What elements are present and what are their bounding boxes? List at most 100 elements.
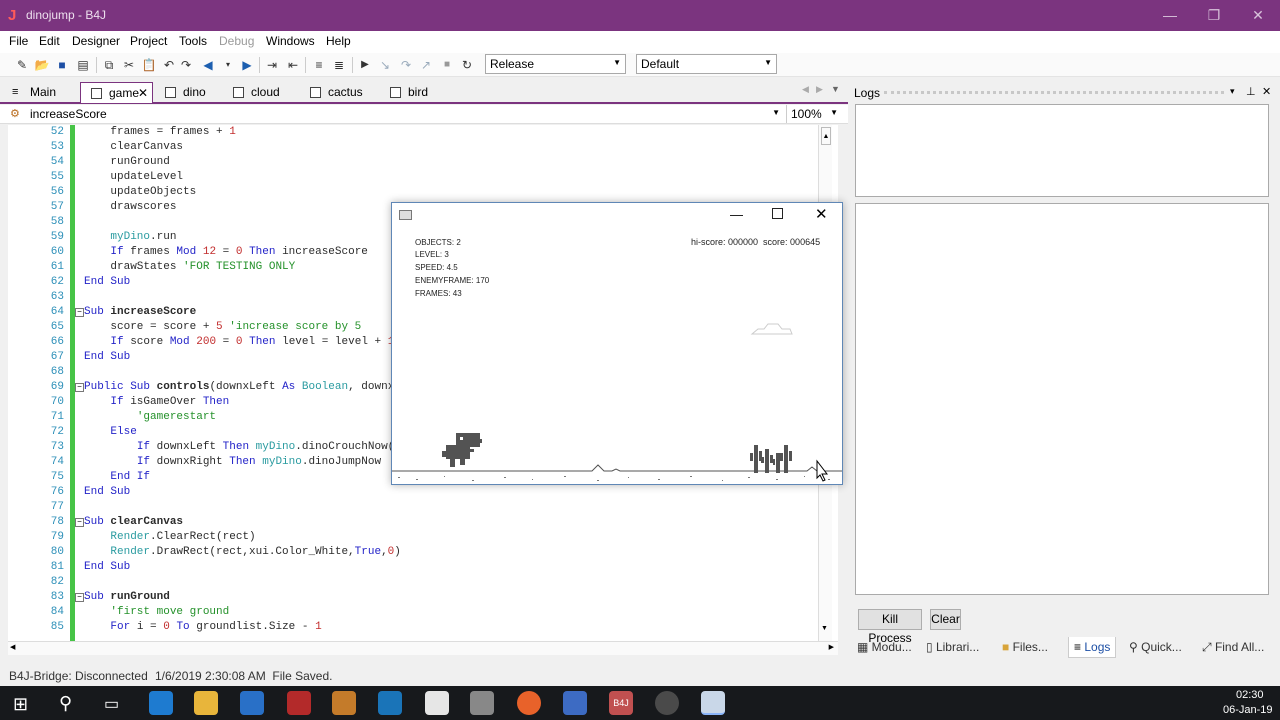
code-line[interactable]: 83 − Sub runGround xyxy=(8,590,818,605)
file-explorer-icon[interactable] xyxy=(194,691,218,715)
fold-toggle-icon[interactable]: − xyxy=(75,308,84,317)
undo-icon[interactable]: ↶ xyxy=(161,57,177,73)
app-icon[interactable] xyxy=(470,691,494,715)
task-view-icon[interactable]: ▭ xyxy=(104,694,119,714)
search-icon[interactable]: ⚲ xyxy=(59,693,72,714)
fold-toggle-icon[interactable]: − xyxy=(75,518,84,527)
code-line[interactable]: 80 Render.DrawRect(rect,xui.Color_White,… xyxy=(8,545,818,560)
new-file-icon[interactable]: ✎ xyxy=(14,57,30,73)
save-icon[interactable]: ■ xyxy=(54,57,70,73)
open-folder-icon[interactable]: 📂 xyxy=(34,57,50,73)
menu-designer[interactable]: Designer xyxy=(72,34,120,48)
back-dropdown-icon[interactable]: ▾ xyxy=(220,57,236,73)
close-button[interactable]: ✕ xyxy=(1236,0,1280,31)
b4j-taskbar-icon[interactable]: B4J xyxy=(609,691,633,715)
forward-icon[interactable]: ▶ xyxy=(239,57,255,73)
close-tab-icon[interactable]: ✕ xyxy=(138,83,148,104)
step-over-icon[interactable]: ↷ xyxy=(398,57,414,73)
obs-icon[interactable] xyxy=(655,691,679,715)
copy-icon[interactable]: ⧉ xyxy=(101,57,117,73)
clear-logs-button[interactable]: Clear xyxy=(930,609,961,630)
app-icon[interactable] xyxy=(287,691,311,715)
firefox-icon[interactable] xyxy=(517,691,541,715)
device-select[interactable]: Default ▼ xyxy=(636,54,777,74)
paste-icon[interactable]: 📋 xyxy=(141,57,157,73)
menu-windows[interactable]: Windows xyxy=(266,34,315,48)
logs-output[interactable] xyxy=(855,203,1269,595)
edge-icon[interactable] xyxy=(149,691,173,715)
code-line[interactable]: 78 − Sub clearCanvas xyxy=(8,515,818,530)
app-icon[interactable] xyxy=(563,691,587,715)
windows-start-icon[interactable]: ⊞ xyxy=(13,694,28,715)
outdent-icon[interactable]: ⇤ xyxy=(285,57,301,73)
step-out-icon[interactable]: ↗ xyxy=(418,57,434,73)
store-icon[interactable] xyxy=(240,691,264,715)
tab-find-all[interactable]: ⤢ Find All... xyxy=(1202,640,1264,657)
fold-toggle-icon[interactable]: − xyxy=(75,593,84,602)
scroll-down-icon[interactable]: ▼ xyxy=(821,625,828,632)
save-all-icon[interactable]: ▤ xyxy=(75,57,91,73)
code-line[interactable]: 53 clearCanvas xyxy=(8,140,818,155)
stop-icon[interactable]: ■ xyxy=(439,57,455,73)
uncomment-icon[interactable]: ≣ xyxy=(331,57,347,73)
tab-game[interactable]: game ✕ xyxy=(80,82,153,103)
pin-icon[interactable]: ⊥ xyxy=(1246,85,1256,98)
close-panel-icon[interactable]: ✕ xyxy=(1262,85,1271,98)
mail-icon[interactable] xyxy=(425,691,449,715)
tab-main[interactable]: ≡ Main xyxy=(2,82,72,103)
tab-logs[interactable]: ≡ Logs xyxy=(1068,637,1117,658)
drag-handle[interactable] xyxy=(884,91,1224,94)
maximize-button[interactable]: ❐ xyxy=(1192,0,1236,31)
scroll-left-icon[interactable]: ◀ xyxy=(10,643,15,651)
visual-studio-code-icon[interactable] xyxy=(378,691,402,715)
code-line[interactable]: 82 xyxy=(8,575,818,590)
code-line[interactable]: 79 Render.ClearRect(rect) xyxy=(8,530,818,545)
menu-help[interactable]: Help xyxy=(326,34,351,48)
minimize-button[interactable]: — xyxy=(1148,0,1192,31)
tab-scroll-left-icon[interactable]: ◀ xyxy=(802,84,809,95)
run-icon[interactable]: ▶ xyxy=(357,57,373,73)
code-line[interactable]: 54 runGround xyxy=(8,155,818,170)
menu-file[interactable]: File xyxy=(9,34,28,48)
tab-dino[interactable]: dino xyxy=(155,82,221,103)
tab-cloud[interactable]: cloud xyxy=(223,82,295,103)
tab-scroll-right-icon[interactable]: ▶ xyxy=(816,84,823,95)
game-window[interactable]: — ✕ OBJECTS: 2 LEVEL: 3 SPEED: 4.5 ENEMY… xyxy=(391,202,843,485)
menu-edit[interactable]: Edit xyxy=(39,34,60,48)
scroll-right-icon[interactable]: ▶ xyxy=(829,643,834,651)
panel-menu-icon[interactable]: ▾ xyxy=(1230,86,1235,97)
restart-icon[interactable]: ↻ xyxy=(459,57,475,73)
indent-icon[interactable]: ⇥ xyxy=(264,57,280,73)
code-line[interactable]: 56 updateObjects xyxy=(8,185,818,200)
tab-modules[interactable]: ▦ Modu... xyxy=(857,640,912,657)
java-app-icon[interactable] xyxy=(701,691,725,715)
menu-debug[interactable]: Debug xyxy=(219,34,254,48)
app-icon[interactable] xyxy=(332,691,356,715)
comment-icon[interactable]: ≡ xyxy=(311,57,327,73)
code-line[interactable]: 81 End Sub xyxy=(8,560,818,575)
code-line[interactable]: 84 'first move ground xyxy=(8,605,818,620)
sub-selector[interactable]: ⚙ increaseScore ▼ xyxy=(6,105,784,123)
step-in-icon[interactable]: ↘ xyxy=(377,57,393,73)
tab-libraries[interactable]: ▯ Librari... xyxy=(926,640,979,657)
code-line[interactable]: 76 End Sub xyxy=(8,485,818,500)
code-line[interactable]: 55 updateLevel xyxy=(8,170,818,185)
cut-icon[interactable]: ✂ xyxy=(121,57,137,73)
code-line[interactable]: 52 frames = frames + 1 xyxy=(8,125,818,140)
zoom-select[interactable]: 100% ▼ xyxy=(786,105,842,123)
fold-toggle-icon[interactable]: − xyxy=(75,383,84,392)
tab-bird[interactable]: bird xyxy=(380,82,444,103)
tab-quick-search[interactable]: ⚲ Quick... xyxy=(1129,640,1182,657)
code-line[interactable]: 77 xyxy=(8,500,818,515)
scroll-up-icon[interactable]: ▲ xyxy=(821,127,831,145)
redo-icon[interactable]: ↷ xyxy=(178,57,194,73)
code-line[interactable]: 85 For i = 0 To groundlist.Size - 1 xyxy=(8,620,818,635)
build-config-select[interactable]: Release ▼ xyxy=(485,54,626,74)
menu-tools[interactable]: Tools xyxy=(179,34,207,48)
tab-list-icon[interactable]: ▼ xyxy=(831,84,840,94)
tab-files[interactable]: ■ Files... xyxy=(1002,640,1048,657)
kill-process-button[interactable]: Kill Process xyxy=(858,609,922,645)
editor-horizontal-scrollbar[interactable]: ◀ ▶ xyxy=(8,641,838,655)
menu-project[interactable]: Project xyxy=(130,34,167,48)
back-icon[interactable]: ◀ xyxy=(200,57,216,73)
